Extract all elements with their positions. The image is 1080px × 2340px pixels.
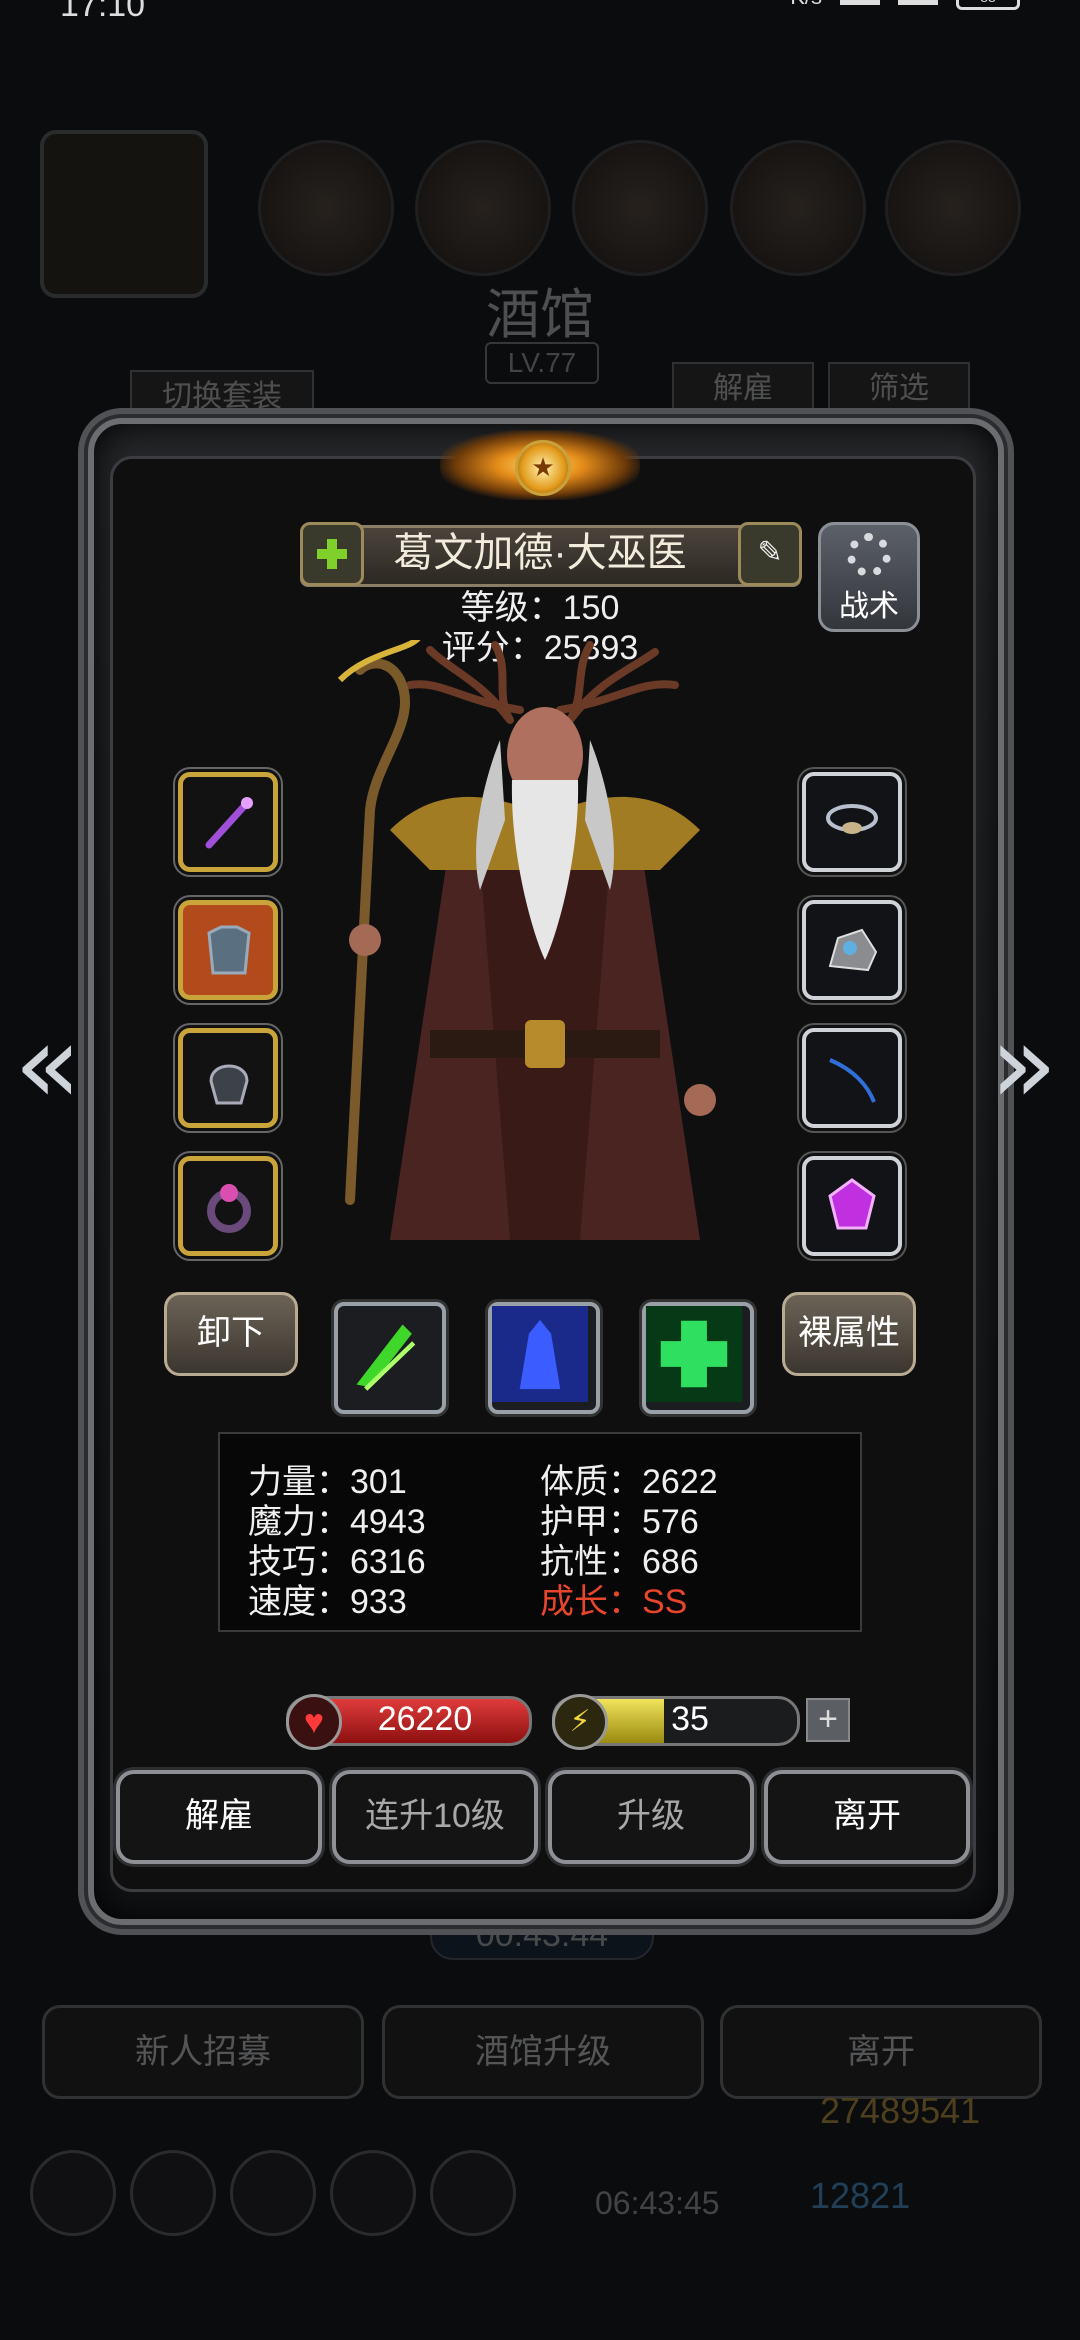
leave-button[interactable]: 离开: [764, 1770, 970, 1864]
bg-leave-button: 离开: [720, 2005, 1042, 2099]
tactics-button[interactable]: 战术: [818, 522, 920, 632]
hero-name: 葛文加德·大巫医: [393, 531, 687, 575]
blue-shadow-skill-icon: [492, 1306, 588, 1402]
dismiss-button[interactable]: 解雇: [116, 1770, 322, 1864]
skill-slot-2[interactable]: [488, 1302, 600, 1414]
gem-amount: 12821: [810, 2175, 911, 2216]
equip-slot-weapon[interactable]: [178, 772, 278, 872]
bg-timer-2: 06:43:45: [595, 2185, 720, 2221]
crest-emblem-icon: ★: [515, 440, 571, 496]
equip-slot-gem[interactable]: [802, 1156, 902, 1256]
tactics-label: 战术: [839, 590, 899, 623]
stat-speed: 速度：933: [248, 1583, 407, 1621]
menu-icon: [30, 2150, 116, 2236]
tavern-level: LV.77: [485, 342, 599, 384]
energy-value: 35: [671, 1700, 709, 1738]
equip-slot-helmet[interactable]: [178, 1028, 278, 1128]
menu-icon: [130, 2150, 216, 2236]
helmet-icon: [209, 1064, 249, 1105]
unequip-button[interactable]: 卸下: [164, 1292, 298, 1376]
bg-dismiss-button: 解雇: [672, 362, 814, 416]
equip-slot-bow[interactable]: [802, 1028, 902, 1128]
equip-slot-armor[interactable]: [178, 900, 278, 1000]
levelup-button[interactable]: 升级: [548, 1770, 754, 1864]
green-cross-skill-icon: [646, 1306, 742, 1402]
stat-growth: 成长：SS: [540, 1583, 688, 1621]
edit-name-icon[interactable]: ✎: [738, 522, 802, 586]
add-energy-button[interactable]: +: [806, 1698, 850, 1742]
equip-slot-ring[interactable]: [178, 1156, 278, 1256]
base-attributes-button[interactable]: 裸属性: [782, 1292, 916, 1376]
recruit-button: 新人招募: [42, 2005, 364, 2099]
resource-orb-icon: [415, 140, 551, 276]
filter-button: 筛选: [828, 362, 970, 416]
resource-orb-icon: [730, 140, 866, 276]
tavern-title: 酒馆: [486, 283, 594, 346]
staff-icon: [205, 797, 253, 849]
lightning-icon: ⚡: [552, 1694, 608, 1750]
purple-gem-icon: [828, 1178, 876, 1230]
next-hero-arrow-icon[interactable]: »: [990, 1000, 1057, 1128]
menu-icon: [430, 2150, 516, 2236]
menu-icon: [330, 2150, 416, 2236]
menu-icon: [230, 2150, 316, 2236]
skill-slot-3[interactable]: [642, 1302, 754, 1414]
amulet-icon: [826, 804, 878, 834]
hero-figure: [337, 640, 716, 1240]
resource-orb-icon: [572, 140, 708, 276]
equip-slot-stone[interactable]: [802, 900, 902, 1000]
switch-outfit-button: 切换套装: [130, 370, 314, 424]
ring-icon: [207, 1184, 251, 1233]
skill-slot-1[interactable]: [334, 1302, 446, 1414]
green-claw-skill-icon: [356, 1324, 416, 1391]
bow-icon: [829, 1058, 876, 1103]
level10-button[interactable]: 连升10级: [332, 1770, 538, 1864]
upgrade-tavern-button: 酒馆升级: [382, 2005, 704, 2099]
prev-hero-arrow-icon[interactable]: «: [14, 1000, 81, 1128]
equip-slot-amulet[interactable]: [802, 772, 902, 872]
resource-orb-icon: [885, 140, 1021, 276]
stone-icon: [828, 928, 878, 972]
gold-amount: 27489541: [820, 2090, 981, 2131]
chest-armor-icon: [207, 925, 251, 975]
hp-value: 26220: [377, 1700, 473, 1738]
gear-icon: [847, 533, 891, 577]
resource-orb-icon: [258, 140, 394, 276]
